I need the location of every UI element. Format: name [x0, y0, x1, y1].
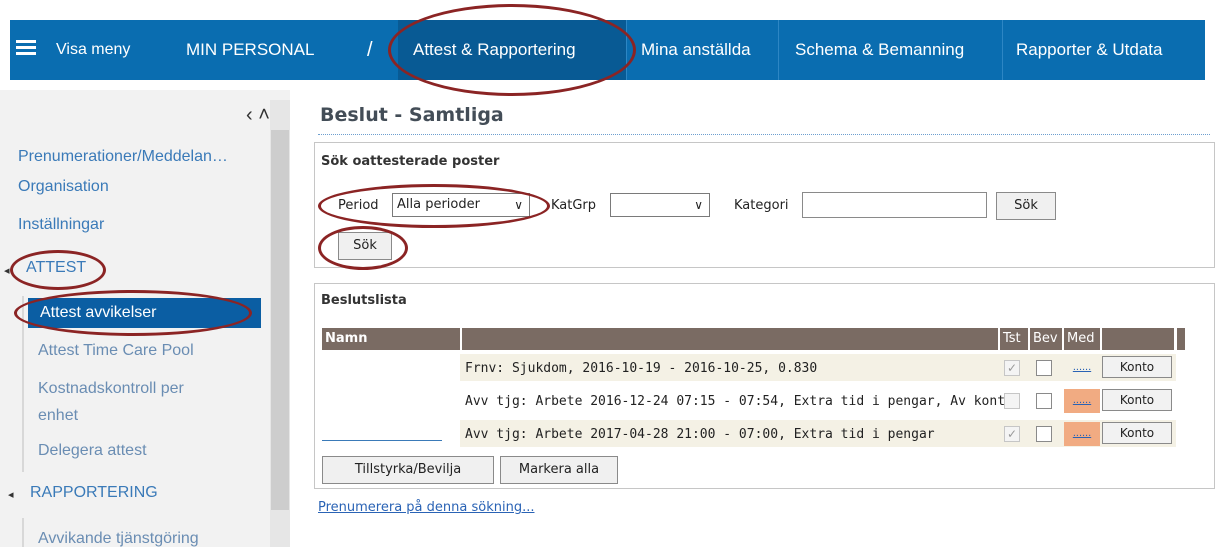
sidebar-item-prenumerationer[interactable]: Prenumerationer/Meddelan… [18, 148, 263, 166]
konto-button[interactable]: Konto [1102, 356, 1172, 378]
chevron-down-icon: ∨ [694, 198, 703, 212]
period-label: Period [338, 198, 379, 213]
column-header-tst[interactable]: Tst [1000, 328, 1028, 350]
period-select[interactable]: Alla perioder ∨ [392, 193, 530, 217]
column-header-bev[interactable]: Bev [1030, 328, 1062, 350]
sidebar-section-attest[interactable]: ATTEST [26, 259, 86, 277]
tst-checkbox [1004, 393, 1020, 409]
expanded-caret-icon: ◂ [4, 265, 10, 277]
sidebar-item-attest-time-care-pool[interactable]: Attest Time Care Pool [38, 338, 194, 364]
sidebar-item-avvikande-tjanstgoring[interactable]: Avvikande tjänstgöring [38, 526, 199, 552]
tree-line [22, 518, 24, 547]
sidebar-item-organisation[interactable]: Organisation [18, 178, 109, 196]
period-select-value: Alla perioder [397, 197, 480, 212]
tree-line [22, 296, 24, 472]
column-header-description [462, 328, 998, 350]
section-title[interactable]: MIN PERSONAL [186, 20, 314, 80]
search-panel-title: Sök oattesterade poster [321, 154, 500, 169]
column-header-end [1177, 328, 1185, 350]
sidebar-item-installningar[interactable]: Inställningar [18, 216, 104, 234]
sidebar-section-rapportering[interactable]: RAPPORTERING [30, 484, 158, 502]
med-link[interactable]: ...... [1064, 422, 1100, 446]
katgrp-label: KatGrp [551, 198, 597, 213]
sidebar-item-kostnadskontroll-enhet[interactable]: enhet [38, 403, 78, 429]
row-description: Avv tjg: Arbete 2017-04-28 21:00 - 07:00… [465, 427, 935, 442]
namn-underline [322, 440, 442, 441]
tab-schema-bemanning[interactable]: Schema & Bemanning [795, 20, 964, 80]
bev-checkbox[interactable] [1036, 426, 1052, 442]
tab-rapporter-utdata[interactable]: Rapporter & Utdata [1016, 20, 1162, 80]
search-button-top[interactable]: Sök [996, 192, 1056, 220]
konto-button[interactable]: Konto [1102, 422, 1172, 444]
column-header-konto [1102, 328, 1174, 350]
konto-button[interactable]: Konto [1102, 389, 1172, 411]
collapse-sidebar-icon[interactable]: ‹ ˄ [246, 104, 270, 127]
title-divider [318, 134, 1210, 135]
sidebar-item-delegera-attest[interactable]: Delegera attest [38, 438, 147, 464]
nav-divider [778, 20, 779, 80]
decision-list-title: Beslutslista [321, 293, 407, 308]
bev-checkbox[interactable] [1036, 393, 1052, 409]
nav-divider [626, 20, 627, 80]
row-description: Avv tjg: Arbete 2016-12-24 07:15 - 07:54… [465, 394, 1013, 409]
search-button[interactable]: Sök [338, 232, 392, 260]
tst-checkbox: ✓ [1004, 426, 1020, 442]
breadcrumb-separator: / [367, 39, 373, 61]
chevron-down-icon: ∨ [514, 198, 523, 212]
show-menu-button[interactable]: Visa meny [56, 20, 130, 80]
expanded-caret-icon: ◂ [8, 489, 14, 501]
med-link[interactable]: ...... [1064, 389, 1100, 413]
column-header-namn[interactable]: Namn [322, 328, 460, 350]
sidebar-item-attest-avvikelser[interactable]: Attest avvikelser [28, 298, 261, 328]
markera-alla-button[interactable]: Markera alla [500, 456, 618, 484]
bev-checkbox[interactable] [1036, 360, 1052, 376]
sidebar-item-kostnadskontroll[interactable]: Kostnadskontroll per [38, 376, 184, 402]
tillstyrka-bevilja-button[interactable]: Tillstyrka/Bevilja [322, 456, 494, 484]
tab-attest-rapportering[interactable]: Attest & Rapportering [413, 20, 576, 80]
kategori-label: Kategori [734, 198, 789, 213]
tst-checkbox: ✓ [1004, 360, 1020, 376]
med-link[interactable]: ...... [1064, 356, 1100, 380]
kategori-input[interactable] [802, 192, 987, 218]
subscribe-search-link[interactable]: Prenumerera på denna sökning... [318, 500, 534, 515]
nav-divider [1002, 20, 1003, 80]
page-title: Beslut - Samtliga [320, 104, 504, 126]
sidebar-scroll-thumb[interactable] [271, 130, 289, 510]
katgrp-select[interactable]: ∨ [610, 193, 710, 217]
tab-mina-anstallda[interactable]: Mina anställda [641, 20, 751, 80]
row-description: Frnv: Sjukdom, 2016-10-19 - 2016-10-25, … [465, 361, 818, 376]
hamburger-menu-icon[interactable] [16, 40, 36, 56]
column-header-med[interactable]: Med [1064, 328, 1100, 350]
